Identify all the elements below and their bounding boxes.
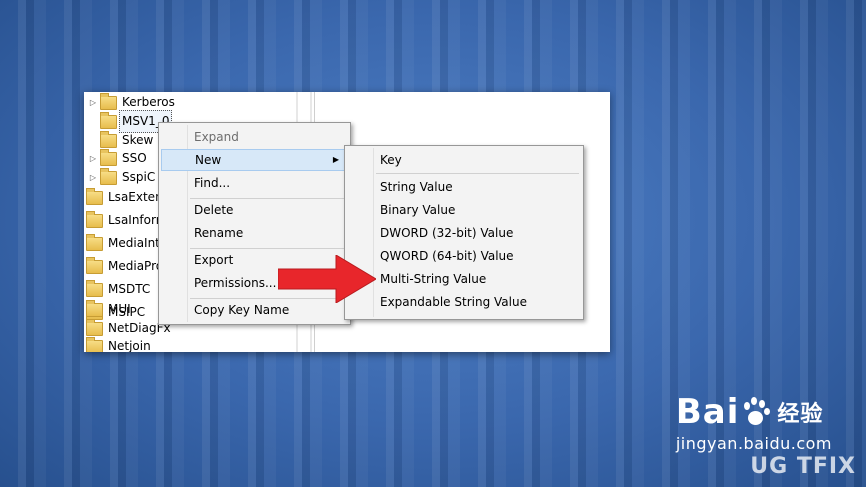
tree-item-sso[interactable]: ▷ SSO <box>88 148 147 169</box>
folder-icon <box>86 279 103 297</box>
folder-icon <box>86 299 103 317</box>
chevron-right-icon: ▶ <box>332 155 339 164</box>
expand-icon[interactable]: ▷ <box>88 92 98 113</box>
tree-item-label: SSO <box>122 151 147 165</box>
menu-item-delete[interactable]: Delete <box>161 199 348 221</box>
tree-item-sspic[interactable]: ▷ SspiC <box>88 167 155 188</box>
submenu-item-key[interactable]: Key <box>347 149 581 171</box>
folder-icon <box>100 167 117 185</box>
tree-item-mui[interactable]: MUI <box>84 299 131 320</box>
tree-item-mediapro[interactable]: MediaPro <box>84 256 163 277</box>
expand-icon[interactable]: ▷ <box>88 167 98 188</box>
folder-icon <box>86 187 103 205</box>
tree-item-lsaexten[interactable]: LsaExten <box>84 187 163 208</box>
menu-item-rename[interactable]: Rename <box>161 222 348 244</box>
menu-item-expand[interactable]: Expand <box>161 126 348 148</box>
submenu-item-string-value[interactable]: String Value <box>347 176 581 198</box>
baidu-jingyan-logo: Bai 经验 jingyan.baidu.com <box>676 392 832 453</box>
desktop-background: { "tree": { "items": [ {"label": "Kerber… <box>0 0 866 487</box>
submenu-item-qword-value[interactable]: QWORD (64-bit) Value <box>347 245 581 267</box>
tree-item-mediaint[interactable]: MediaInt <box>84 233 160 254</box>
menu-item-label: New <box>195 153 222 167</box>
tree-item-label: MediaPro <box>108 259 164 273</box>
new-submenu: Key String Value Binary Value DWORD (32-… <box>344 145 584 320</box>
folder-icon <box>100 92 117 110</box>
tree-item-netjoin[interactable]: Netjoin <box>84 336 151 352</box>
baidu-wordmark: Bai 经验 <box>676 392 832 432</box>
folder-icon <box>100 148 117 166</box>
tree-item-msdtc[interactable]: MSDTC <box>84 279 150 300</box>
submenu-item-expandable-string-value[interactable]: Expandable String Value <box>347 291 581 313</box>
expand-icon[interactable]: ▷ <box>88 148 98 169</box>
tree-item-lsainforn[interactable]: LsaInforn <box>84 210 163 231</box>
folder-icon <box>86 233 103 251</box>
submenu-item-dword-value[interactable]: DWORD (32-bit) Value <box>347 222 581 244</box>
baidu-paw-icon <box>741 397 771 427</box>
menu-item-new[interactable]: New ▶ <box>161 149 348 171</box>
brand-url: jingyan.baidu.com <box>675 434 832 453</box>
folder-icon <box>86 318 103 336</box>
jingyan-wordmark: 经验 <box>777 402 824 427</box>
tree-item-label: Netjoin <box>108 339 151 352</box>
folder-icon <box>86 256 103 274</box>
tree-item-label: MSDTC <box>108 282 151 296</box>
submenu-item-binary-value[interactable]: Binary Value <box>347 199 581 221</box>
menu-separator <box>376 173 579 174</box>
folder-icon <box>86 210 103 228</box>
watermark-text: UG TFIX <box>750 454 856 479</box>
tree-item-label: MUI <box>108 302 131 316</box>
tree-item-label: SspiC <box>122 170 156 184</box>
tree-item-label: LsaInforn <box>108 213 164 227</box>
red-arrow-icon <box>278 255 376 303</box>
folder-icon <box>100 111 117 129</box>
baidu-wordmark-left: Bai <box>675 392 740 432</box>
folder-icon <box>86 336 103 352</box>
tree-item-label: MediaInt <box>108 236 160 250</box>
tree-item-label: LsaExten <box>108 190 163 204</box>
folder-icon <box>100 130 117 148</box>
menu-item-find[interactable]: Find... <box>161 172 348 194</box>
submenu-item-multi-string-value[interactable]: Multi-String Value <box>347 268 581 290</box>
